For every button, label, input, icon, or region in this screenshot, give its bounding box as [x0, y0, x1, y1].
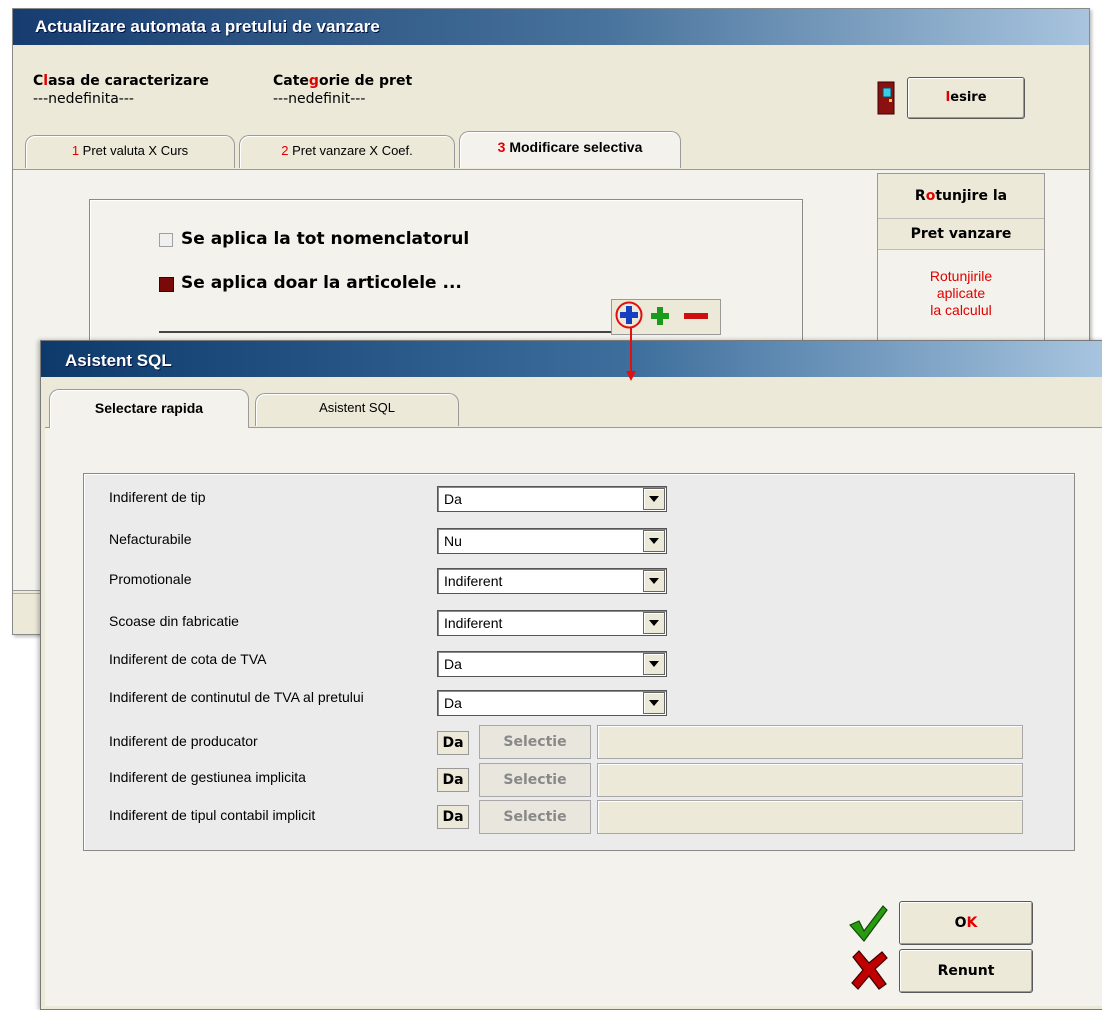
clasa-label: Clasa de caracterizare: [33, 73, 209, 89]
chevron-down-icon[interactable]: [643, 570, 665, 592]
gestiune-field[interactable]: [597, 763, 1023, 797]
tab-pret-vanzare[interactable]: 2 Pret vanzare X Coef.: [239, 135, 455, 168]
tab-selectare-rapida[interactable]: Selectare rapida: [49, 389, 249, 428]
arrow-connector-icon: [625, 327, 637, 383]
cancel-cross-icon: [849, 949, 889, 991]
remove-item-icon[interactable]: [681, 305, 711, 327]
row-label-cota-tva: Indiferent de cota de TVA: [109, 651, 267, 667]
row-label-tip: Indiferent de tip: [109, 489, 206, 505]
row-label-nefacturabile: Nefacturabile: [109, 531, 192, 547]
combo-fabricatie[interactable]: Indiferent: [437, 610, 667, 636]
badge-producator[interactable]: Da: [437, 731, 469, 755]
sql-dialog-title: Asistent SQL: [65, 351, 172, 370]
main-window-title: Actualizare automata a pretului de vanza…: [35, 17, 380, 36]
option-all-checkbox[interactable]: [159, 233, 173, 247]
combo-nefacturabile[interactable]: Nu: [437, 528, 667, 554]
rotunjire-note: Rotunjirile aplicate la calculul: [929, 268, 993, 318]
door-exit-icon: [877, 81, 895, 115]
option-all-label: Se aplica la tot nomenclatorul: [181, 229, 470, 249]
tip-contabil-field[interactable]: [597, 800, 1023, 834]
selectie-tip-contabil-button[interactable]: Selectie: [479, 800, 591, 834]
chevron-down-icon[interactable]: [643, 653, 665, 675]
combo-promotionale[interactable]: Indiferent: [437, 568, 667, 594]
add-item-icon[interactable]: [649, 305, 671, 327]
row-label-promotionale: Promotionale: [109, 571, 192, 587]
chevron-down-icon[interactable]: [643, 530, 665, 552]
add-sql-icon[interactable]: [615, 301, 643, 329]
chevron-down-icon[interactable]: [643, 692, 665, 714]
selectie-gestiune-button[interactable]: Selectie: [479, 763, 591, 797]
row-label-continut-tva: Indiferent de continutul de TVA al pretu…: [109, 689, 364, 705]
renunt-button[interactable]: Renunt: [899, 949, 1033, 993]
combo-cota-tva[interactable]: Da: [437, 651, 667, 677]
sql-dialog-titlebar: Asistent SQL: [41, 341, 1102, 377]
categorie-label: Categorie de pret: [273, 73, 413, 89]
iesire-button[interactable]: Iesire: [907, 77, 1025, 119]
pret-vanzare-header: Pret vanzare: [878, 219, 1044, 250]
combo-tip[interactable]: Da: [437, 486, 667, 512]
combo-continut-tva[interactable]: Da: [437, 690, 667, 716]
row-label-gestiune: Indiferent de gestiunea implicita: [109, 769, 306, 785]
option-only-label: Se aplica doar la articolele ...: [181, 273, 462, 293]
ok-button[interactable]: OK: [899, 901, 1033, 945]
tab-modificare-selectiva[interactable]: 3 Modificare selectiva: [459, 131, 681, 168]
sql-dialog: Asistent SQL Selectare rapida Asistent S…: [40, 340, 1102, 1010]
tab-pret-valuta[interactable]: 1 Pret valuta X Curs: [25, 135, 235, 168]
badge-tip-contabil[interactable]: Da: [437, 805, 469, 829]
row-label-tip-contabil: Indiferent de tipul contabil implicit: [109, 807, 316, 823]
badge-gestiune[interactable]: Da: [437, 768, 469, 792]
tab-asistent-sql[interactable]: Asistent SQL: [255, 393, 459, 426]
main-window-titlebar: Actualizare automata a pretului de vanza…: [13, 9, 1089, 45]
categorie-value[interactable]: ---nedefinit---: [273, 91, 365, 107]
clasa-value[interactable]: ---nedefinita---: [33, 91, 134, 107]
row-label-producator: Indiferent de producator: [109, 733, 258, 749]
producator-field[interactable]: [597, 725, 1023, 759]
checkmark-icon: [847, 903, 889, 943]
row-label-fabricatie: Scoase din fabricatie: [109, 613, 239, 629]
selectie-producator-button[interactable]: Selectie: [479, 725, 591, 759]
chevron-down-icon[interactable]: [643, 488, 665, 510]
rotunjire-header: Rotunjire la: [878, 174, 1044, 219]
option-only-checkbox[interactable]: [159, 277, 174, 292]
chevron-down-icon[interactable]: [643, 612, 665, 634]
